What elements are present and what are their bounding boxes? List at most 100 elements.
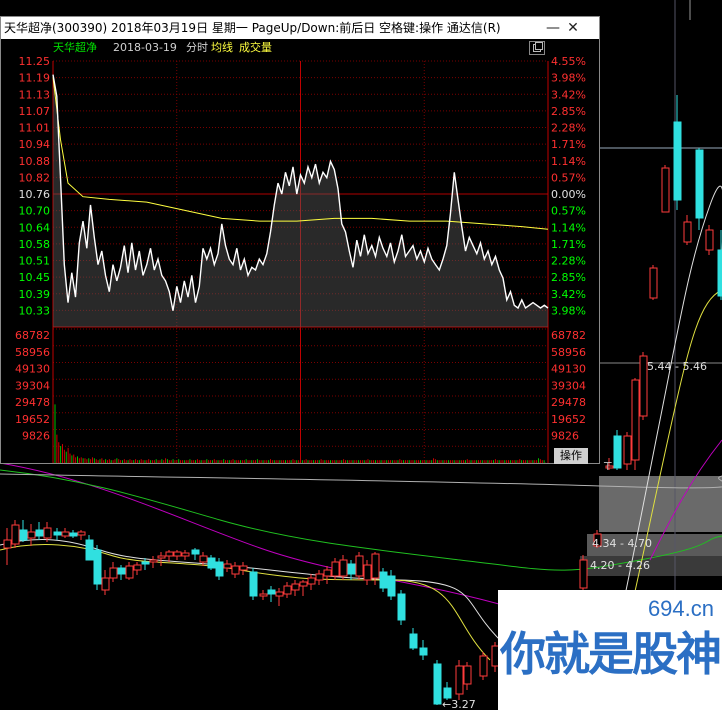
volume-tick-label: 49130	[15, 363, 50, 376]
volume-tick-label: 68782	[15, 329, 50, 342]
candle-body	[157, 555, 166, 559]
window-titlebar[interactable]: 天华超净(300390) 2018年03月19日 星期一 PageUp/Down…	[1, 17, 599, 39]
candle-body	[291, 583, 300, 591]
pct-tick-label: 3.42%	[551, 288, 586, 301]
minimize-icon[interactable]: —	[544, 19, 562, 37]
candle-body	[455, 665, 464, 695]
candle-body	[419, 647, 428, 656]
candle-body	[463, 665, 472, 685]
volume-tick-label: 9826	[22, 430, 50, 443]
candle-body	[347, 563, 356, 575]
candle-body	[19, 529, 28, 541]
candle-body	[275, 591, 284, 597]
volume-tick-label: 9826	[551, 430, 579, 443]
price-range-label: 4.20 - 4.26	[590, 559, 650, 572]
low-price-label: ←3.27	[442, 698, 476, 710]
candle-body	[77, 531, 86, 536]
price-tick-label: 10.88	[19, 155, 51, 168]
candle-body	[223, 563, 232, 569]
marker-t: ⊤	[603, 460, 613, 473]
pct-tick-label: 2.85%	[551, 271, 586, 284]
candle-body	[673, 121, 682, 201]
candle-body	[173, 551, 182, 557]
candle-body	[11, 524, 20, 545]
candle-body	[69, 532, 78, 537]
volume-tick-label: 29478	[551, 396, 586, 409]
intraday-chart: 11.25 11.19 11.13 11.07 11.01 10.94 10.88 10.82…	[15, 57, 586, 463]
volume-tick-label: 58956	[15, 346, 50, 359]
price-tick-label: 11.13	[19, 88, 51, 101]
candle-body	[141, 561, 150, 565]
pct-tick-label: 0.57%	[551, 205, 586, 218]
price-tick-label: 11.19	[19, 72, 51, 85]
candle-body	[639, 355, 648, 417]
candle-body	[27, 531, 36, 539]
price-tick-label: 10.33	[19, 304, 51, 317]
pct-tick-label: 3.42%	[551, 88, 586, 101]
candle-body	[283, 585, 292, 595]
candle-body	[705, 229, 714, 251]
operate-button[interactable]: 操作	[554, 448, 588, 464]
candle-body	[649, 267, 658, 299]
stock-name: 天华超净	[53, 41, 97, 54]
price-tick-label: 11.07	[19, 105, 51, 118]
candle-body	[165, 551, 174, 557]
candle-body	[61, 531, 70, 537]
candle-body	[299, 581, 308, 587]
candle-body	[215, 561, 224, 577]
candle-body	[315, 573, 324, 581]
pct-tick-label: 1.71%	[551, 138, 586, 151]
volume-tick-label: 19652	[15, 413, 50, 426]
candle-body	[579, 559, 588, 589]
pct-tick-label: 1.14%	[551, 221, 586, 234]
candle-body	[387, 575, 396, 597]
pct-tick-label: 3.98%	[551, 72, 586, 85]
candle-body	[181, 552, 190, 557]
window-title: 天华超净(300390) 2018年03月19日 星期一 PageUp/Down…	[4, 21, 501, 35]
candle-body	[259, 593, 268, 597]
candle-body	[323, 569, 332, 577]
watermark-logo: 694.cn 你就是股神	[498, 590, 722, 710]
pct-tick-label: 1.14%	[551, 155, 586, 168]
price-tick-label: 10.70	[19, 205, 51, 218]
volume-tick-label: 39304	[15, 379, 50, 392]
price-range-box	[599, 476, 722, 532]
candle-body	[397, 593, 406, 621]
close-icon[interactable]: ✕	[564, 19, 582, 37]
price-tick-label: 10.45	[19, 271, 51, 284]
candle-body	[191, 549, 200, 555]
pct-tick-label: 4.55%	[551, 57, 586, 68]
pct-tick-label: 2.28%	[551, 122, 586, 135]
candle-body	[371, 553, 380, 579]
candle-body	[623, 435, 632, 465]
price-tick-label: 10.64	[19, 221, 51, 234]
price-tick-label: 10.39	[19, 288, 51, 301]
pct-tick-label: 0.57%	[551, 171, 586, 184]
candle-body	[231, 565, 240, 575]
candle-body	[207, 557, 216, 569]
pct-tick-label: 0.00%	[551, 188, 586, 201]
candle-body	[717, 249, 722, 297]
chart-subheader: 天华超净 2018-03-19 分时 均线 成交量	[1, 39, 599, 57]
chart-date: 2018-03-19	[113, 41, 177, 54]
candle-body	[613, 435, 622, 469]
candle-body	[631, 379, 640, 461]
candle-body	[199, 555, 208, 563]
candle-body	[331, 561, 340, 577]
window-restore-icon[interactable]	[529, 41, 545, 55]
intraday-popup-window[interactable]: 天华超净(300390) 2018年03月19日 星期一 PageUp/Down…	[0, 16, 600, 464]
candle-body	[409, 633, 418, 649]
candle-body	[339, 559, 348, 577]
candle-body	[133, 564, 142, 571]
candle-body	[363, 564, 372, 581]
price-tick-label: 10.51	[19, 255, 51, 268]
candle-body	[85, 539, 94, 561]
price-tick-label: 11.01	[19, 122, 51, 135]
pct-tick-label: 2.85%	[551, 105, 586, 118]
candle-body	[307, 577, 316, 585]
price-range-label: 4.34 - 4.70	[592, 537, 652, 550]
candle-body	[125, 565, 134, 579]
volume-label: 成交量	[239, 41, 272, 54]
candle-body	[109, 567, 118, 579]
candle-body	[239, 565, 248, 571]
